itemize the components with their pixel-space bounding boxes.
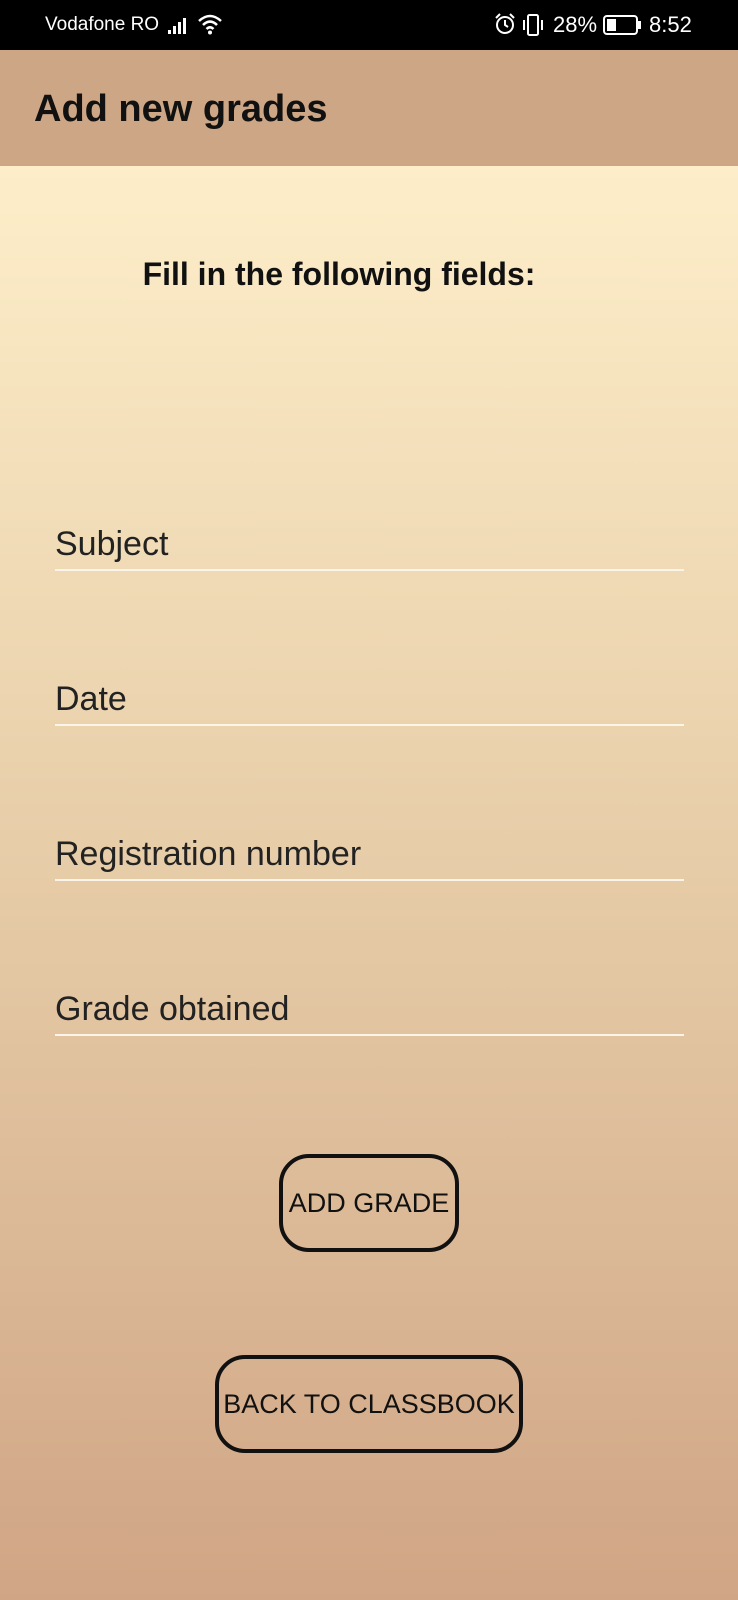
form-container: Fill in the following fields: ADD GRADE … <box>0 166 738 1600</box>
form-instruction: Fill in the following fields: <box>142 256 536 292</box>
page-title: Add new grades <box>34 88 328 130</box>
status-bar: Vodafone RO 28% 8:52 <box>0 0 738 50</box>
grade-obtained-input[interactable] <box>55 976 684 1034</box>
vibrate-icon <box>523 14 543 36</box>
date-field[interactable] <box>55 666 684 726</box>
registration-number-field[interactable] <box>55 821 684 881</box>
grade-obtained-field[interactable] <box>55 976 684 1036</box>
alarm-icon <box>495 13 515 34</box>
app-bar: Add new grades <box>0 50 738 166</box>
date-input[interactable] <box>55 666 684 724</box>
subject-field[interactable] <box>55 511 684 571</box>
back-to-classbook-button[interactable]: BACK TO CLASSBOOK <box>215 1355 523 1453</box>
signal-icon <box>168 18 186 34</box>
subject-input[interactable] <box>55 511 684 569</box>
clock: 8:52 <box>649 12 692 37</box>
add-grade-button[interactable]: ADD GRADE <box>279 1154 459 1252</box>
carrier-name: Vodafone RO <box>45 14 160 35</box>
battery-icon <box>603 15 641 35</box>
wifi-icon <box>198 14 222 35</box>
battery-percentage: 28% <box>553 12 598 37</box>
registration-number-input[interactable] <box>55 821 684 879</box>
